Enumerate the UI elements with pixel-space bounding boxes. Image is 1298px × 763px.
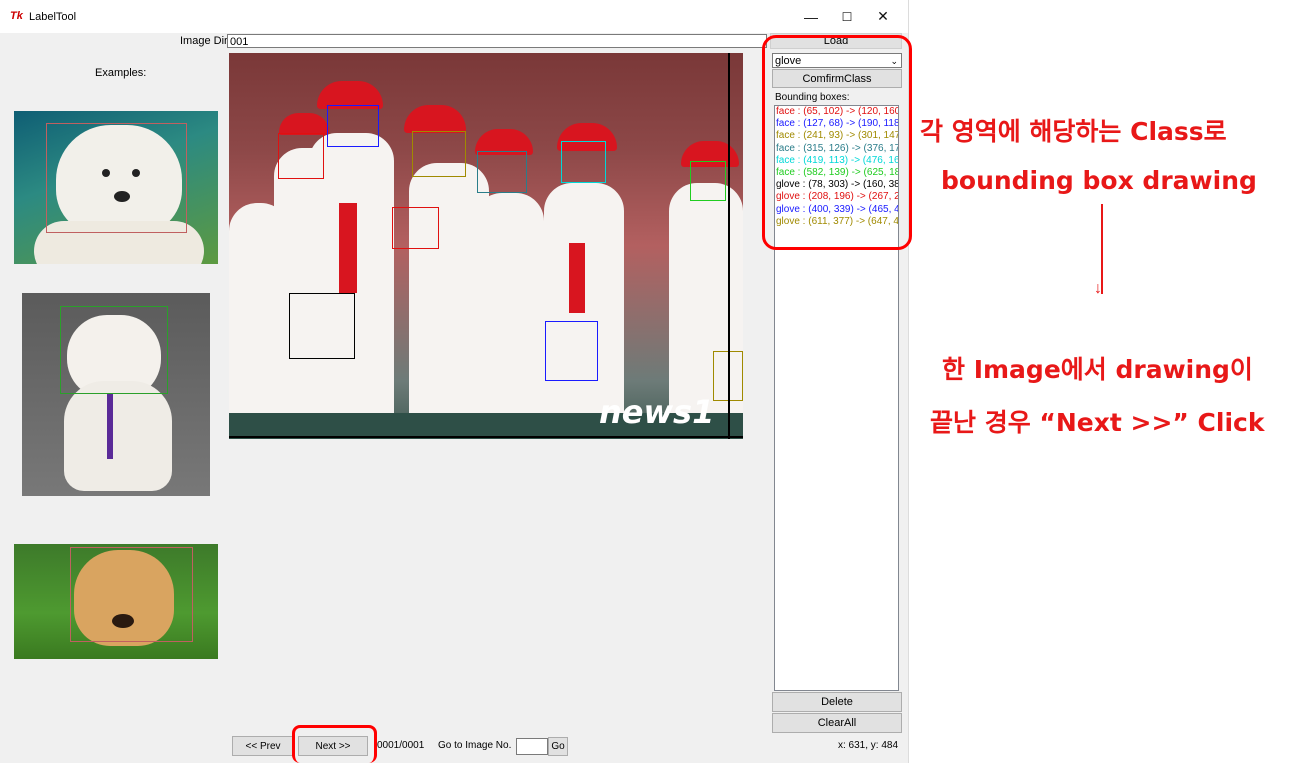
title-bar: Tk LabelTool — ☐ ✕ [0,0,908,33]
bbox-face [278,133,324,179]
arrow-down-icon: ↓ [1094,280,1102,297]
bbox-face [412,131,466,177]
main-image-canvas[interactable]: news1 [229,53,743,439]
example-bbox [70,547,193,642]
bbox-glove [289,293,355,359]
highlight-frame-class-panel [762,35,912,250]
news1-watermark: news1 [599,393,715,431]
cursor-coords: x: 631, y: 484 [838,740,899,751]
bbox-face [561,141,606,183]
bbox-face [690,161,726,201]
prev-button[interactable]: << Prev [232,736,294,756]
annotation-line-2: bounding box drawing [941,166,1257,195]
bbox-face [477,151,527,193]
maximize-button[interactable]: ☐ [829,0,865,33]
puppy-body-shape [64,381,172,491]
clearall-button[interactable]: ClearAll [772,713,902,733]
goto-label: Go to Image No. [438,740,512,751]
example-puppy-2 [22,293,210,496]
sleeve-shape [339,203,357,293]
example-puppy-3 [14,544,218,659]
leash-shape [107,393,113,459]
annotation-line-4: 끝난 경우 “Next >>” Click [930,408,1265,437]
image-dir-label: Image Dir: [180,35,231,47]
cap-shape [404,105,466,133]
crosshair-vertical [728,53,730,439]
minimize-button[interactable]: — [793,0,829,33]
bbox-glove [545,321,598,381]
bbox-face [327,105,379,147]
cap-shape [279,113,329,135]
crosshair-horizontal [229,436,743,438]
player-shape [474,193,544,439]
bbox-glove [392,207,439,249]
examples-label: Examples: [95,67,147,79]
progress-label: 0001/0001 [377,740,425,751]
go-button[interactable]: Go [548,737,568,756]
tk-feather-icon: Tk [10,10,23,22]
close-button[interactable]: ✕ [865,0,901,33]
image-dir-input[interactable]: 001 [227,34,767,48]
highlight-frame-next [292,725,377,763]
window-title: LabelTool [29,11,77,23]
goto-input[interactable] [516,738,548,755]
example-bbox [46,123,187,233]
annotation-line-3: 한 Image에서 drawing이 [942,355,1253,384]
sleeve-shape [569,243,585,313]
delete-button[interactable]: Delete [772,692,902,712]
example-puppy-1 [14,111,218,264]
example-bbox [60,306,168,394]
annotation-line-1: 각 영역에 해당하는 Class로 [920,117,1227,146]
